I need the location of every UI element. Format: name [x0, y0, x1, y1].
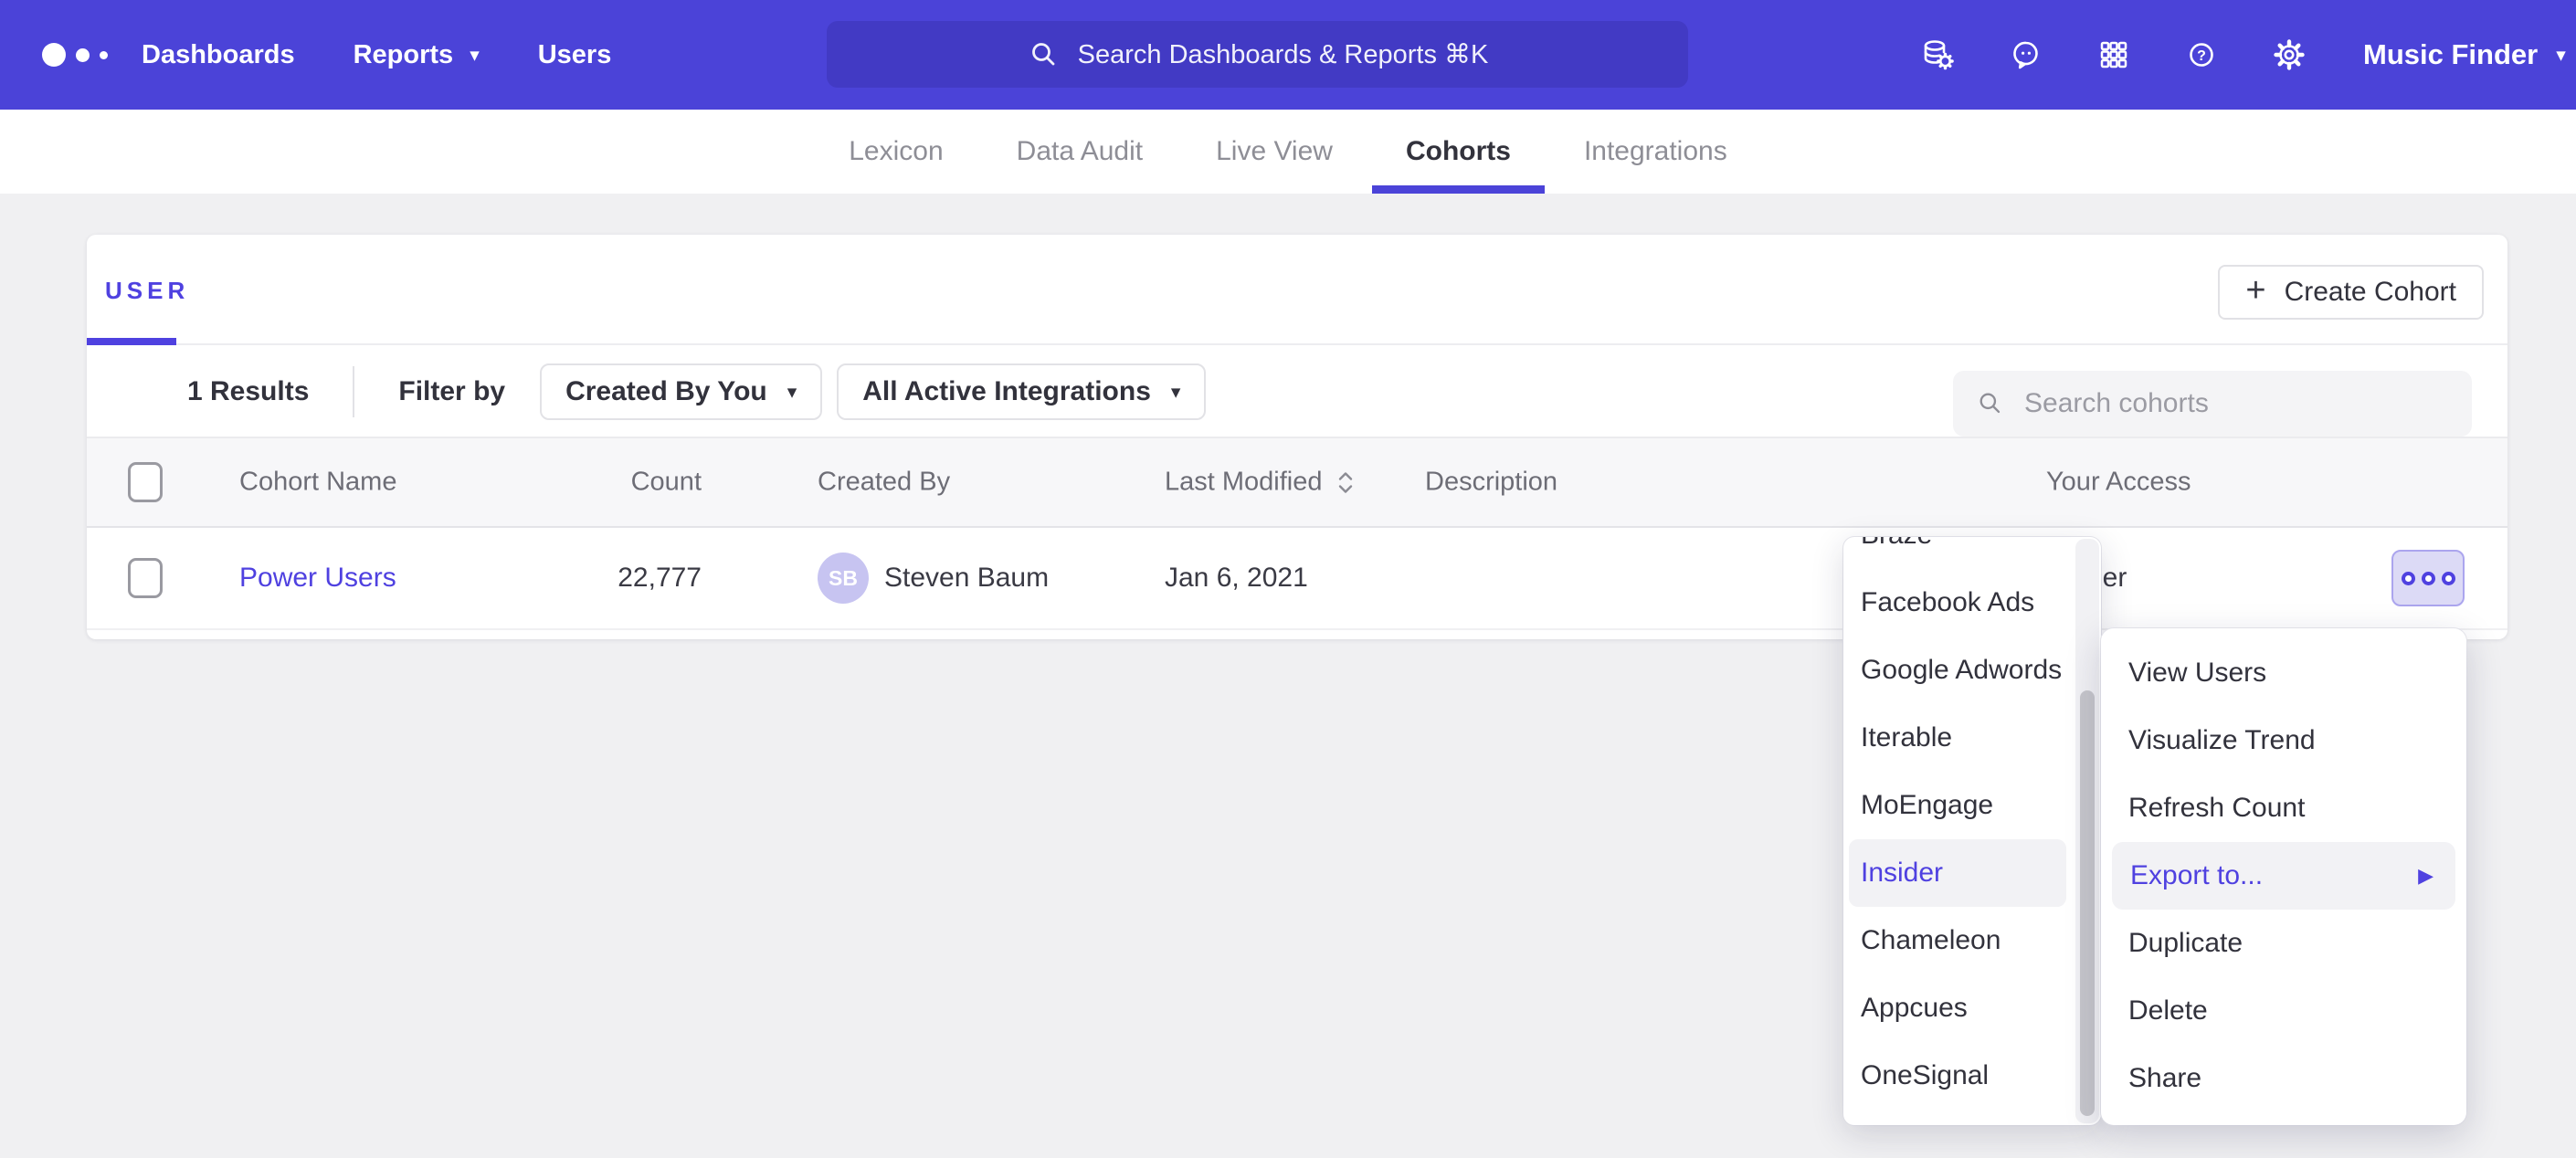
export-destinations-menu: Braze Facebook Ads Google Adwords Iterab…: [1843, 537, 2101, 1125]
menu-item-google-adwords[interactable]: Google Adwords: [1843, 637, 2068, 704]
plus-icon: +: [2245, 273, 2265, 308]
menu-item-facebook-ads[interactable]: Facebook Ads: [1843, 569, 2068, 637]
create-cohort-label: Create Cohort: [2285, 277, 2456, 308]
chevron-down-icon: ▾: [1171, 383, 1181, 402]
tab-data-audit[interactable]: Data Audit: [1017, 110, 1143, 194]
svg-text:?: ?: [2197, 48, 2206, 64]
feedback-icon[interactable]: [2006, 35, 2046, 75]
project-switcher[interactable]: Music Finder ▾: [2363, 0, 2566, 110]
tab-user[interactable]: USER: [105, 277, 189, 305]
scrollbar-track[interactable]: [2075, 539, 2099, 1123]
menu-item-iterable[interactable]: Iterable: [1843, 704, 2068, 772]
create-cohort-button[interactable]: + Create Cohort: [2218, 265, 2484, 320]
integrations-filter-label: All Active Integrations: [862, 376, 1151, 407]
col-count[interactable]: Count: [470, 468, 702, 498]
select-all-checkbox[interactable]: [128, 462, 163, 502]
col-cohort-name[interactable]: Cohort Name: [239, 468, 396, 498]
dot-icon: [2442, 572, 2455, 585]
help-icon[interactable]: ?: [2181, 35, 2222, 75]
results-count: 1 Results: [187, 376, 309, 407]
menu-item-duplicate[interactable]: Duplicate: [2101, 910, 2466, 977]
table-row: Power Users 22,777 SB Steven Baum Jan 6,…: [87, 528, 2507, 630]
dot-icon: [2422, 572, 2435, 585]
logo-dot-small: [100, 51, 108, 59]
export-destinations-list: Braze Facebook Ads Google Adwords Iterab…: [1843, 537, 2101, 1110]
apps-grid-icon[interactable]: [2094, 35, 2134, 75]
mixpanel-logo-icon[interactable]: [42, 0, 108, 110]
row-checkbox[interactable]: [128, 558, 163, 598]
table-header-row: Cohort Name Count Created By Last Modifi…: [87, 437, 2507, 528]
cohorts-card: USER + Create Cohort 1 Results Filter by…: [87, 235, 2507, 639]
menu-item-export-to[interactable]: Export to... ▶: [2112, 842, 2455, 910]
settings-gear-icon[interactable]: [2269, 35, 2309, 75]
row-actions-button[interactable]: [2391, 550, 2465, 606]
sort-icon[interactable]: [1336, 468, 1356, 496]
chevron-down-icon: ▾: [2556, 46, 2566, 65]
chevron-down-icon: ▾: [470, 46, 480, 65]
cohort-search-box: [1953, 371, 2472, 437]
tab-cohorts[interactable]: Cohorts: [1406, 110, 1511, 194]
tab-integrations[interactable]: Integrations: [1584, 110, 1727, 194]
menu-item-view-users[interactable]: View Users: [2101, 639, 2466, 707]
row-context-menu: View Users Visualize Trend Refresh Count…: [2101, 628, 2466, 1125]
col-created-by[interactable]: Created By: [818, 468, 950, 498]
cohort-count: 22,777: [470, 563, 702, 594]
menu-item-appcues[interactable]: Appcues: [1843, 974, 2068, 1042]
created-by-filter-dropdown[interactable]: Created By You ▾: [540, 363, 822, 420]
nav-reports-label: Reports: [354, 40, 454, 70]
tab-lexicon[interactable]: Lexicon: [849, 110, 943, 194]
filter-by-label: Filter by: [398, 376, 505, 407]
menu-item-insider[interactable]: Insider: [1849, 839, 2066, 907]
nav-icon-group: ?: [1918, 0, 2309, 110]
menu-item-refresh-count[interactable]: Refresh Count: [2101, 774, 2466, 842]
cohort-search-input[interactable]: [2024, 388, 2450, 419]
primary-nav-links: Dashboards Reports ▾ Users: [142, 0, 611, 110]
menu-item-onesignal[interactable]: OneSignal: [1843, 1042, 2068, 1110]
cohort-type-tabs: USER + Create Cohort: [87, 235, 2507, 345]
menu-item-moengage[interactable]: MoEngage: [1843, 772, 2068, 839]
section-tabs: Lexicon Data Audit Live View Cohorts Int…: [0, 110, 2576, 194]
cohort-name-link[interactable]: Power Users: [239, 563, 396, 593]
col-last-modified[interactable]: Last Modified: [1165, 468, 1356, 498]
chevron-down-icon: ▾: [787, 383, 797, 402]
menu-item-chameleon[interactable]: Chameleon: [1843, 907, 2068, 974]
menu-item-delete[interactable]: Delete: [2101, 977, 2466, 1045]
data-management-icon[interactable]: [1918, 35, 1958, 75]
filter-row: 1 Results Filter by Created By You ▾ All…: [87, 347, 2507, 437]
col-description[interactable]: Description: [1425, 468, 1557, 498]
project-name: Music Finder: [2363, 38, 2538, 71]
nav-dashboards[interactable]: Dashboards: [142, 40, 295, 70]
tab-live-view[interactable]: Live View: [1216, 110, 1333, 194]
integrations-filter-dropdown[interactable]: All Active Integrations ▾: [837, 363, 1206, 420]
col-last-modified-label: Last Modified: [1165, 468, 1323, 498]
menu-item-share[interactable]: Share: [2101, 1045, 2466, 1112]
logo-dot-medium: [76, 48, 90, 62]
global-search-placeholder: Search Dashboards & Reports ⌘K: [1078, 38, 1489, 70]
search-icon: [1027, 37, 1061, 72]
nav-reports[interactable]: Reports ▾: [354, 40, 480, 70]
nav-users[interactable]: Users: [538, 40, 612, 70]
export-to-label: Export to...: [2130, 860, 2263, 891]
avatar: SB: [818, 553, 869, 604]
vertical-divider: [353, 366, 354, 417]
dot-icon: [2402, 572, 2415, 585]
logo-dot-large: [42, 43, 66, 67]
col-your-access[interactable]: Your Access: [2046, 468, 2191, 498]
created-by-filter-label: Created By You: [565, 376, 767, 407]
row-context-list: View Users Visualize Trend Refresh Count…: [2101, 639, 2466, 1112]
menu-item-braze[interactable]: Braze: [1843, 537, 2068, 569]
menu-item-visualize-trend[interactable]: Visualize Trend: [2101, 707, 2466, 774]
submenu-arrow-icon: ▶: [2418, 864, 2433, 888]
last-modified-value: Jan 6, 2021: [1165, 563, 1308, 594]
search-icon: [1975, 386, 2006, 421]
global-search-button[interactable]: Search Dashboards & Reports ⌘K: [827, 21, 1688, 88]
scrollbar-thumb[interactable]: [2080, 690, 2095, 1116]
top-nav: Dashboards Reports ▾ Users Search Dashbo…: [0, 0, 2576, 110]
tab-user-underline: [87, 338, 176, 345]
created-by-cell: SB Steven Baum: [818, 553, 1049, 604]
created-by-name: Steven Baum: [884, 563, 1049, 594]
